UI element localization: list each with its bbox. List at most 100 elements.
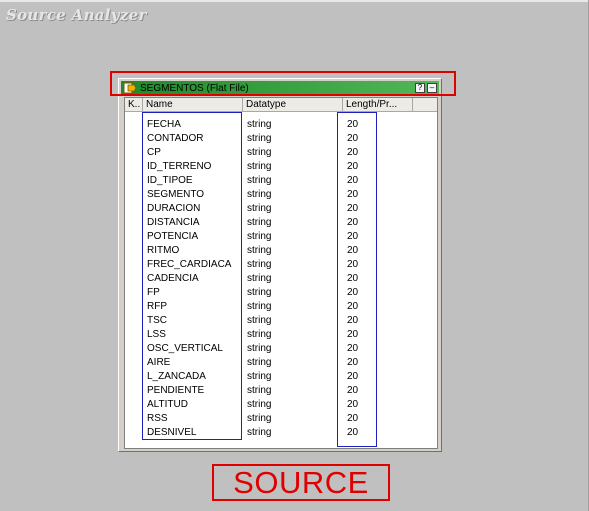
panel-titlebar[interactable]: SEGMENTOS (Flat File) ? – <box>121 81 439 96</box>
table-row[interactable]: DISTANCIA string 20 <box>125 216 437 230</box>
column-name[interactable]: PENDIENTE <box>147 384 204 398</box>
column-length[interactable]: 20 <box>347 132 358 146</box>
column-length[interactable]: 20 <box>347 286 358 300</box>
column-name[interactable]: FREC_CARDIACA <box>147 258 231 272</box>
column-length[interactable]: 20 <box>347 174 358 188</box>
table-row[interactable]: ALTITUD string 20 <box>125 398 437 412</box>
column-name[interactable]: OSC_VERTICAL <box>147 342 223 356</box>
column-datatype[interactable]: string <box>247 384 271 398</box>
table-row[interactable]: DURACION string 20 <box>125 202 437 216</box>
columns-grid[interactable]: K.. Name Datatype Length/Pr... FECHA stri… <box>124 97 438 449</box>
column-datatype[interactable]: string <box>247 370 271 384</box>
column-datatype[interactable]: string <box>247 328 271 342</box>
column-datatype[interactable]: string <box>247 146 271 160</box>
column-length[interactable]: 20 <box>347 328 358 342</box>
column-name[interactable]: L_ZANCADA <box>147 370 206 384</box>
help-button[interactable]: ? <box>415 83 425 93</box>
table-row[interactable]: POTENCIA string 20 <box>125 230 437 244</box>
header-datatype[interactable]: Datatype <box>243 98 343 111</box>
column-datatype[interactable]: string <box>247 258 271 272</box>
column-datatype[interactable]: string <box>247 314 271 328</box>
column-datatype[interactable]: string <box>247 300 271 314</box>
table-row[interactable]: RFP string 20 <box>125 300 437 314</box>
column-name[interactable]: CP <box>147 146 161 160</box>
header-length[interactable]: Length/Pr... <box>343 98 413 111</box>
column-name[interactable]: TSC <box>147 314 167 328</box>
column-datatype[interactable]: string <box>247 202 271 216</box>
table-row[interactable]: LSS string 20 <box>125 328 437 342</box>
column-name[interactable]: RITMO <box>147 244 179 258</box>
column-name[interactable]: LSS <box>147 328 166 342</box>
column-datatype[interactable]: string <box>247 412 271 426</box>
table-row[interactable]: CADENCIA string 20 <box>125 272 437 286</box>
column-datatype[interactable]: string <box>247 188 271 202</box>
column-length[interactable]: 20 <box>347 258 358 272</box>
column-name[interactable]: CADENCIA <box>147 272 199 286</box>
table-row[interactable]: FP string 20 <box>125 286 437 300</box>
column-length[interactable]: 20 <box>347 314 358 328</box>
header-key[interactable]: K.. <box>125 98 143 111</box>
column-datatype[interactable]: string <box>247 244 271 258</box>
column-length[interactable]: 20 <box>347 426 358 440</box>
column-name[interactable]: DURACION <box>147 202 200 216</box>
column-length[interactable]: 20 <box>347 412 358 426</box>
source-table-panel[interactable]: SEGMENTOS (Flat File) ? – K.. Name Datat… <box>118 78 442 452</box>
column-length[interactable]: 20 <box>347 356 358 370</box>
table-row[interactable]: DESNIVEL string 20 <box>125 426 437 440</box>
table-row[interactable]: ID_TIPOE string 20 <box>125 174 437 188</box>
column-name[interactable]: RSS <box>147 412 168 426</box>
column-length[interactable]: 20 <box>347 398 358 412</box>
column-length[interactable]: 20 <box>347 160 358 174</box>
column-datatype[interactable]: string <box>247 174 271 188</box>
column-datatype[interactable]: string <box>247 398 271 412</box>
column-name[interactable]: DISTANCIA <box>147 216 200 230</box>
table-row[interactable]: AIRE string 20 <box>125 356 437 370</box>
table-row[interactable]: FECHA string 20 <box>125 118 437 132</box>
column-length[interactable]: 20 <box>347 244 358 258</box>
table-row[interactable]: PENDIENTE string 20 <box>125 384 437 398</box>
column-name[interactable]: SEGMENTO <box>147 188 204 202</box>
column-name[interactable]: CONTADOR <box>147 132 203 146</box>
minimize-button[interactable]: – <box>427 83 437 93</box>
table-row[interactable]: SEGMENTO string 20 <box>125 188 437 202</box>
column-name[interactable]: ID_TIPOE <box>147 174 193 188</box>
column-name[interactable]: AIRE <box>147 356 170 370</box>
column-datatype[interactable]: string <box>247 342 271 356</box>
column-length[interactable]: 20 <box>347 118 358 132</box>
column-length[interactable]: 20 <box>347 370 358 384</box>
column-datatype[interactable]: string <box>247 356 271 370</box>
column-length[interactable]: 20 <box>347 342 358 356</box>
column-length[interactable]: 20 <box>347 202 358 216</box>
column-datatype[interactable]: string <box>247 286 271 300</box>
column-datatype[interactable]: string <box>247 230 271 244</box>
column-length[interactable]: 20 <box>347 300 358 314</box>
column-datatype[interactable]: string <box>247 132 271 146</box>
column-datatype[interactable]: string <box>247 160 271 174</box>
column-datatype[interactable]: string <box>247 426 271 440</box>
column-datatype[interactable]: string <box>247 216 271 230</box>
column-name[interactable]: ALTITUD <box>147 398 188 412</box>
column-length[interactable]: 20 <box>347 230 358 244</box>
column-length[interactable]: 20 <box>347 146 358 160</box>
table-row[interactable]: RITMO string 20 <box>125 244 437 258</box>
column-length[interactable]: 20 <box>347 216 358 230</box>
column-length[interactable]: 20 <box>347 272 358 286</box>
table-row[interactable]: CP string 20 <box>125 146 437 160</box>
column-length[interactable]: 20 <box>347 188 358 202</box>
column-datatype[interactable]: string <box>247 118 271 132</box>
table-row[interactable]: L_ZANCADA string 20 <box>125 370 437 384</box>
table-row[interactable]: FREC_CARDIACA string 20 <box>125 258 437 272</box>
column-name[interactable]: DESNIVEL <box>147 426 196 440</box>
column-name[interactable]: FP <box>147 286 160 300</box>
column-name[interactable]: FECHA <box>147 118 181 132</box>
table-row[interactable]: TSC string 20 <box>125 314 437 328</box>
column-name[interactable]: ID_TERRENO <box>147 160 211 174</box>
table-row[interactable]: RSS string 20 <box>125 412 437 426</box>
table-row[interactable]: ID_TERRENO string 20 <box>125 160 437 174</box>
column-length[interactable]: 20 <box>347 384 358 398</box>
table-row[interactable]: CONTADOR string 20 <box>125 132 437 146</box>
table-row[interactable]: OSC_VERTICAL string 20 <box>125 342 437 356</box>
column-name[interactable]: RFP <box>147 300 167 314</box>
column-name[interactable]: POTENCIA <box>147 230 198 244</box>
column-datatype[interactable]: string <box>247 272 271 286</box>
